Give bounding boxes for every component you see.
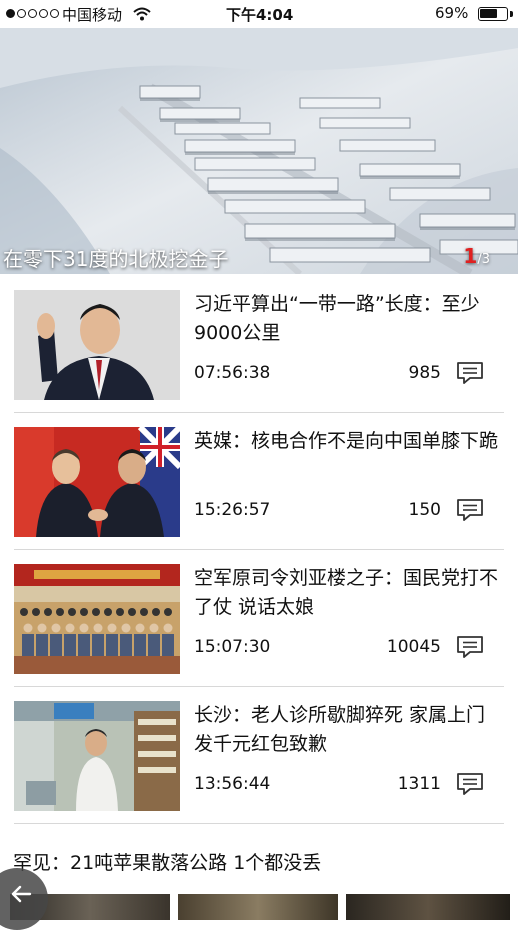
news-time: 13:56:44: [194, 774, 271, 794]
news-time: 07:56:38: [194, 363, 271, 383]
news-title: 习近平算出“一带一路”长度：至少9000公里: [194, 293, 480, 344]
back-arrow-icon: [11, 885, 32, 903]
comment-count: 10045: [386, 637, 441, 657]
divider: [14, 823, 504, 824]
signal-strength-icon: [6, 9, 59, 18]
pager-total: /3: [477, 252, 490, 267]
comment-icon[interactable]: [456, 772, 484, 796]
status-time: 下午4:04: [226, 6, 294, 24]
clinic-photo: [14, 701, 180, 811]
group-photo: [14, 564, 180, 674]
thumbnail-image: [346, 894, 510, 920]
thumbnail-image: [178, 894, 338, 920]
back-button[interactable]: [0, 868, 48, 930]
hero-image: [0, 28, 518, 274]
news-item[interactable]: 空军原司令刘亚楼之子：国民党打不了仗 说话太娘 15:07:30 10045: [14, 550, 518, 687]
status-bar: 中国移动 下午4:04 69%: [0, 0, 518, 28]
news-title: 英媒：核电合作不是向中国单膝下跪: [194, 430, 499, 452]
news-title: 空军原司令刘亚楼之子：国民党打不了仗 说话太娘: [194, 567, 499, 618]
news-time: 15:26:57: [194, 500, 271, 520]
comment-icon[interactable]: [456, 635, 484, 659]
hero-caption: 在零下31度的北极挖金子: [3, 247, 229, 271]
comment-icon[interactable]: [456, 498, 484, 522]
news-thumbnail: [14, 701, 180, 811]
battery-tip: [510, 11, 513, 17]
news-thumbnail: [14, 564, 180, 674]
hero-pager: 1/3: [463, 244, 490, 268]
carrier-name: 中国移动: [62, 6, 123, 24]
comment-count: 150: [408, 500, 441, 520]
comment-icon[interactable]: [456, 361, 484, 385]
wifi-icon: [133, 7, 151, 21]
hero-banner[interactable]: 在零下31度的北极挖金子 1/3: [0, 28, 518, 274]
news-time: 15:07:30: [194, 637, 271, 657]
battery-icon: [478, 7, 508, 21]
leaders-handshake-photo: [14, 427, 180, 537]
comment-count: 985: [408, 363, 441, 383]
battery-percent: 69%: [435, 4, 469, 22]
news-item[interactable]: 习近平算出“一带一路”长度：至少9000公里 07:56:38 985: [14, 276, 518, 413]
news-item[interactable]: 长沙：老人诊所歇脚猝死 家属上门发千元红包致歉 13:56:44 1311: [14, 687, 518, 824]
news-headline-text-only[interactable]: 罕见：21吨苹果散落公路 1个都没丢: [13, 848, 321, 875]
news-thumbnail: [14, 290, 180, 400]
news-title: 长沙：老人诊所歇脚猝死 家属上门发千元红包致歉: [194, 704, 486, 755]
comment-count: 1311: [397, 774, 441, 794]
pager-current: 1: [463, 244, 478, 268]
leader-waving-photo: [14, 290, 180, 400]
bottom-thumbnail-strip[interactable]: [0, 894, 518, 920]
news-thumbnail: [14, 427, 180, 537]
news-item[interactable]: 英媒：核电合作不是向中国单膝下跪 15:26:57 150: [14, 413, 518, 550]
